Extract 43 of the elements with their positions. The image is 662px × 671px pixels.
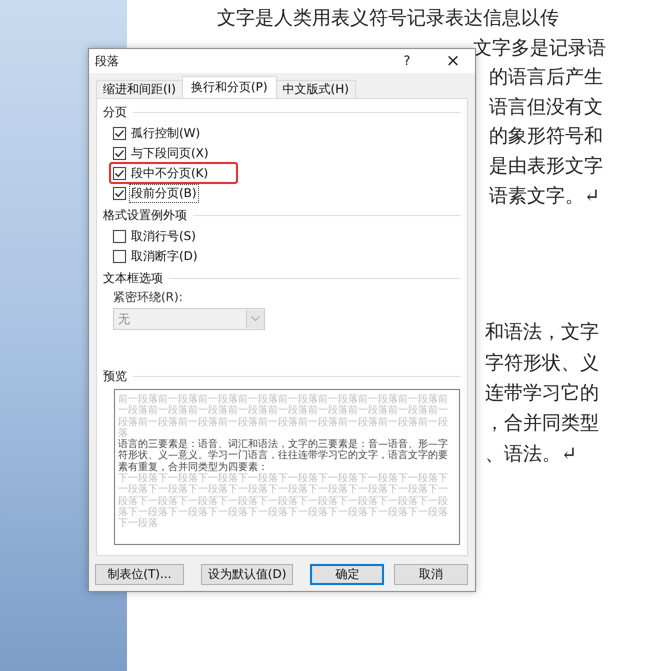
preview-text: 前一段落前一段落前一段落前一段落前一段落前一段落前一段落前一段落前一段落前一段落前一段落前一段落前一段落前一段落前一段落前一段落前一段落前一段落前一段落前一段落前一段落前一段落前一段落前一段落前一段落 (118, 394, 449, 439)
section-title: 预览 (103, 368, 127, 384)
document-text: 的语言后产生 (489, 65, 604, 90)
document-text: 的象形符号和 (489, 124, 604, 150)
dialog-button[interactable]: 确定 (310, 564, 384, 585)
checkbox[interactable] (113, 230, 126, 242)
tab[interactable]: 换行和分页(P) (182, 76, 277, 98)
section-title: 分页 (103, 104, 127, 120)
section-title: 格式设置例外项 (103, 206, 187, 224)
close-button[interactable]: × (443, 51, 463, 71)
chevron-down-icon (251, 316, 260, 322)
document-text: 字符形状、义 (485, 350, 600, 376)
document-text: 和语法，文字 (485, 320, 600, 346)
preview-text: 下一段落下一段落下一段落下一段落下一段落下一段落下一段落下一段落下一段落下一段落下一段落下一段落下一段落下一段落下一段落下一段落下一段落下一段落下一段落下一段落下一段落下一段落下一段落下一段落下一段落下一段落下一段落下一段落下一段落下一段落下一段落下一段落下一段落下一段落 (118, 473, 449, 530)
document-text: 文字多是记录语 (473, 36, 607, 61)
dialog-button[interactable]: 取消 (394, 564, 468, 585)
document-text: 连带学习它的 (485, 380, 600, 406)
checkbox[interactable] (113, 250, 126, 262)
checkbox-label[interactable]: 孤行控制(W) (129, 124, 202, 142)
checkbox-label[interactable]: 段前分页(B) (129, 184, 199, 202)
checkbox-label[interactable]: 取消行号(S) (129, 226, 198, 246)
document-text: 是由表形文字 (489, 154, 604, 179)
checkbox[interactable] (113, 126, 126, 140)
checkbox[interactable] (113, 186, 126, 200)
document-text: 、语法。↵ (485, 442, 578, 467)
document-text: ，合并同类型 (485, 411, 600, 436)
checkbox[interactable] (113, 166, 126, 180)
field-label: 紧密环绕(R): (113, 289, 184, 306)
tab[interactable]: 中文版式(H) (276, 80, 356, 98)
section-title: 文本框选项 (103, 270, 163, 286)
dialog-button[interactable]: 设为默认值(D) (200, 564, 294, 585)
dialog-button[interactable]: 制表位(T)... (95, 564, 184, 585)
preview-text: 语言的三要素是：语音、词汇和语法，文字的三要素是：音—语音、形—字符形状、义—意义。学习一门语言，往往连带学习它的文字，语言文字的要素有重复，合并同类型为四要素： (118, 439, 449, 473)
document-text: 语言但没有文 (489, 94, 604, 120)
document-text: 文字是人类用表义符号记录表达信息以传 (217, 6, 560, 31)
dialog-title: 段落 (95, 52, 120, 70)
checkbox-label[interactable]: 与下段同页(X) (129, 144, 211, 162)
checkbox-label[interactable]: 取消断字(D) (129, 246, 200, 266)
help-button[interactable]: ? (397, 54, 417, 68)
checkbox-label[interactable]: 段中不分页(K) (129, 164, 210, 182)
document-text: 语素文字。↵ (489, 184, 601, 209)
tab[interactable]: 缩进和间距(I) (96, 80, 183, 98)
checkbox[interactable] (113, 146, 126, 160)
